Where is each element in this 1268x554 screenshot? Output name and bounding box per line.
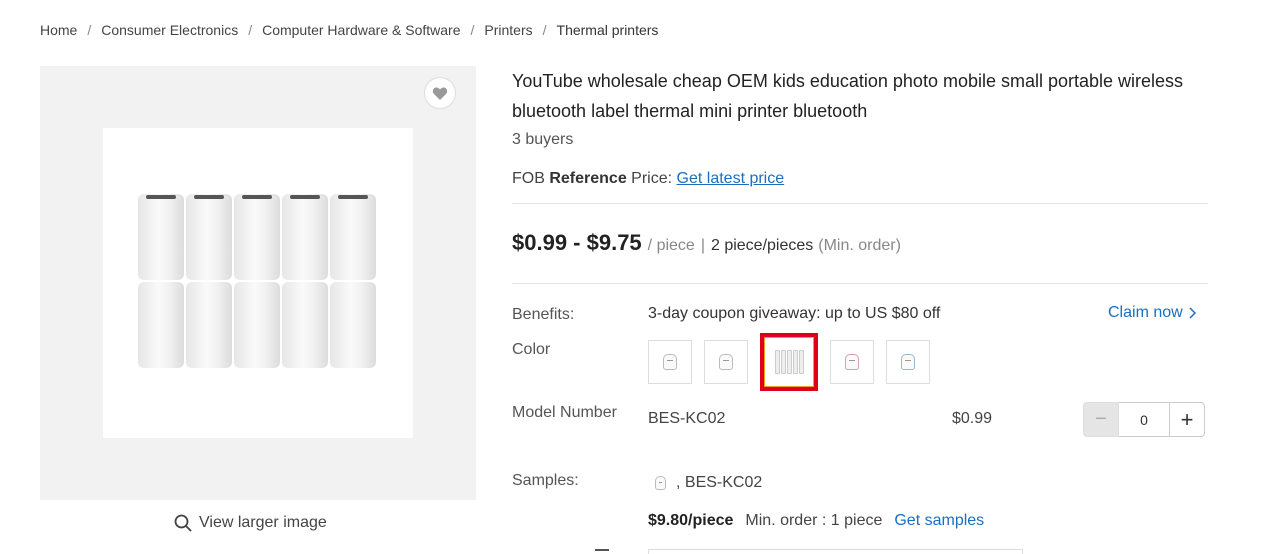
breadcrumb-separator: /: [87, 22, 92, 38]
paper-rolls-thumbnail: [774, 350, 804, 374]
buyers-count: 3 buyers: [512, 131, 574, 148]
breadcrumb-computer-hardware[interactable]: Computer Hardware & Software: [262, 22, 460, 38]
breadcrumb-current: Thermal printers: [556, 22, 659, 38]
price-unit: / piece: [647, 237, 695, 254]
claim-now-label: Claim now: [1108, 304, 1183, 321]
breadcrumb: Home / Consumer Electronics / Computer Hardw…: [40, 22, 658, 38]
fob-reference: Reference: [549, 170, 627, 187]
breadcrumb-separator: /: [470, 22, 475, 38]
printer-thumbnail: [663, 354, 677, 370]
color-swatch-printer-pink[interactable]: [830, 340, 874, 384]
color-swatches: [648, 333, 930, 391]
divider: [512, 203, 1208, 204]
min-order-quantity: 2 piece/pieces: [710, 237, 814, 254]
view-larger-label: View larger image: [199, 514, 327, 531]
product-gallery: [40, 66, 476, 500]
get-samples-link[interactable]: Get samples: [894, 512, 984, 530]
price-separator: |: [700, 237, 705, 254]
claim-now-link[interactable]: Claim now: [1108, 304, 1196, 322]
sample-price-row: $9.80/piece Min. order : 1 piece Get sam…: [648, 512, 984, 530]
fob-prefix: FOB: [512, 170, 545, 187]
fob-suffix: Price:: [631, 170, 673, 187]
breadcrumb-separator: /: [542, 22, 547, 38]
benefits-label: Benefits:: [512, 306, 575, 323]
sample-model: , BES-KC02: [676, 474, 763, 491]
chevron-right-icon: [1189, 307, 1196, 319]
breadcrumb-printers[interactable]: Printers: [484, 22, 532, 38]
decrease-quantity-button[interactable]: −: [1083, 402, 1119, 437]
color-swatch-printer-blue[interactable]: [886, 340, 930, 384]
printer-thumbnail: [719, 354, 733, 370]
model-price: $0.99: [952, 410, 993, 427]
price-range: $0.99 - $9.75: [512, 230, 642, 255]
model-number-label: Model Number: [512, 404, 617, 421]
sample-item: , BES-KC02: [655, 474, 762, 492]
color-swatch-printer-white-2[interactable]: [704, 340, 748, 384]
sample-min-order: Min. order : 1 piece: [745, 512, 883, 529]
favorite-button[interactable]: [424, 77, 456, 109]
model-number-value: BES-KC02: [648, 410, 726, 427]
fob-price-row: FOB Reference Price: Get latest price: [512, 170, 784, 188]
price-row: $0.99 - $9.75 / piece | 2 piece/pieces (…: [512, 230, 901, 256]
view-larger-image-link[interactable]: View larger image: [174, 514, 327, 532]
main-product-image[interactable]: [103, 128, 413, 438]
quantity-stepper: − +: [1083, 402, 1205, 437]
color-swatch-paper-rolls[interactable]: [760, 333, 818, 391]
cut-off-row: [648, 549, 1023, 554]
cut-off-label: [595, 549, 609, 551]
color-swatch-printer-white-1[interactable]: [648, 340, 692, 384]
paper-rolls-image: [138, 194, 376, 368]
min-order-label: (Min. order): [818, 237, 901, 254]
printer-thumbnail: [901, 354, 915, 370]
color-label: Color: [512, 341, 551, 358]
quantity-input[interactable]: [1119, 402, 1169, 437]
sample-price: $9.80/piece: [648, 512, 734, 529]
breadcrumb-consumer-electronics[interactable]: Consumer Electronics: [101, 22, 238, 38]
coupon-text: 3-day coupon giveaway: up to US $80 off: [648, 305, 941, 322]
breadcrumb-home[interactable]: Home: [40, 22, 77, 38]
divider: [512, 283, 1208, 284]
printer-thumbnail: [845, 354, 859, 370]
samples-label: Samples:: [512, 472, 579, 489]
increase-quantity-button[interactable]: +: [1169, 402, 1205, 437]
breadcrumb-separator: /: [248, 22, 253, 38]
sample-thumbnail: [655, 476, 666, 490]
get-latest-price-link[interactable]: Get latest price: [677, 170, 785, 187]
product-title: YouTube wholesale cheap OEM kids educati…: [512, 71, 1184, 121]
magnifier-icon: [174, 514, 192, 532]
heart-icon: [432, 86, 448, 100]
